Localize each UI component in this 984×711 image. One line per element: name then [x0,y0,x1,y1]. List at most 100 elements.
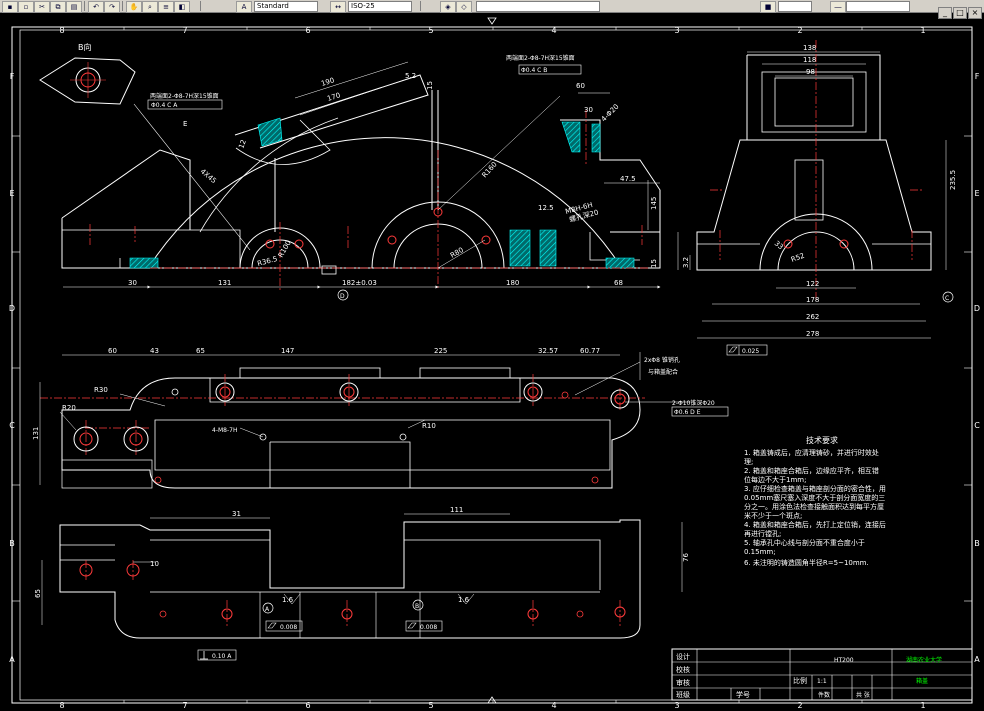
linetype-combo[interactable] [846,1,910,12]
top-outline [61,377,641,489]
dim-131-top: 131 [32,427,40,440]
hatch-bolt [509,229,531,267]
centering-mark-top [487,17,497,25]
tech-line: 1. 箱盖铸成后，应清理铸砂，并进行时效处 [744,448,879,457]
outer-border [11,26,973,704]
note-pins: 2xΦ8 锥销孔 [644,356,680,364]
zone-right-C: C [974,421,980,430]
tech-line: 理; [744,458,753,466]
b-view-label: B向 [78,42,92,52]
hatch-flange-left [129,257,159,269]
dim-4x20: 4-Φ20 [600,103,621,124]
zone-left-B: B [9,539,15,548]
hatch-boss-left [561,121,581,153]
side-outline [696,139,932,271]
zone-top-1: 1 [920,26,925,35]
dim-111: 111 [450,506,463,514]
window-controls: _ □ × [937,0,982,19]
section-outline [59,519,641,639]
note-holes-top: 两端面2-Φ8-7H深15锥面 [506,54,575,62]
dim-147: 147 [281,347,294,355]
zone-top-3: 3 [674,26,679,35]
dim-15b: 15 [650,259,658,268]
zone-bottom-2: 2 [797,701,802,710]
dim-4x45: 4X45 [199,167,218,185]
dim-12-5: 12.5 [538,204,554,212]
zone-right-D: D [974,304,980,313]
dim-122: 122 [806,280,819,288]
grid-ticks [12,27,972,703]
dim-12: 12 [237,139,248,150]
tb-weight: 共 张 [856,691,870,699]
flat1-value: 0.008 [280,624,297,631]
tech-line: 5. 轴承孔中心线与剖分面不重合度小于 [744,538,865,547]
title-block: 设计 校核 审核 班级 学号 比例 1:1 HT200 件数 共 张 湖南农业大… [671,648,973,701]
tb-scale-label: 比例 [793,676,807,685]
tech-line: 2. 箱盖和箱座合箱后，边缘应平齐，相互错 [744,466,879,475]
flat2-icon [407,622,417,629]
dim-3-2: 3.2 [682,257,690,268]
tb-design: 设计 [676,652,690,661]
zone-bottom-3: 3 [674,701,679,710]
dim-60-top: 60 [108,347,117,355]
dim-31: 31 [232,510,241,518]
note-holes-left: 两端面2-Φ8-7H深15锥面 [150,92,219,100]
fcf-left: Φ0.4 C A [151,102,178,109]
zone-bottom-7: 7 [182,701,187,710]
dim-118: 118 [803,56,816,64]
dim-30-boss: 30 [584,106,593,114]
label-c: C [945,295,949,302]
zone-right-A: A [974,655,980,664]
tech-line: 4. 箱盖和箱座合箱后，先打上定位销，连接后 [744,520,886,529]
note-pins2: 与箱盖配合 [648,368,678,376]
zone-bottom-8: 8 [59,701,64,710]
tb-review: 审核 [676,678,690,687]
tb-check: 校核 [676,665,690,674]
tech-line: 0.15mm; [744,548,776,556]
dim-235: 235.5 [949,170,957,190]
text-style-combo[interactable]: Standard [254,1,318,12]
tech-line: 0.05mm塞尺塞入深度不大于剖分面宽度的三 [744,493,885,502]
dim-262: 262 [806,313,819,321]
dim-15: 15 [426,81,434,90]
zone-left-F: F [10,72,15,81]
datum-a: A [265,606,270,613]
front-view: B向 两端面2-Φ8-7H深15锥面 Φ0.4 C A [39,42,661,290]
layer-combo[interactable] [476,1,600,12]
dim-60-front: 60 [576,82,585,90]
dim-r36: R36.5 [256,255,278,268]
tb-class: 班级 [676,690,690,699]
dim-145: 145 [650,197,658,210]
dim-98: 98 [806,68,815,76]
tb-school: 湖南农业大学 [906,656,942,664]
label-e: E [183,120,187,128]
top-view [40,367,645,489]
dim-r52: R52 [790,252,806,264]
tech-line: 米不少于一个斑点; [744,511,802,520]
section-view [59,519,641,639]
drawing-canvas[interactable]: 8 7 6 5 4 3 2 1 8 7 6 5 4 3 2 1 F E D C … [0,12,984,711]
side-rib [794,159,824,221]
dim-32-57: 32.57 [538,347,558,355]
zone-bottom-6: 6 [305,701,310,710]
inner-border [19,29,973,701]
dim-10: 10 [150,560,159,568]
dim-278: 278 [806,330,819,338]
perp-value: 0.10 A [212,653,232,660]
dim-43: 43 [150,347,159,355]
dim-style-combo[interactable]: ISO-25 [348,1,412,12]
dim-r80: R80 [449,246,465,260]
tb-part-name: 箱盖 [916,677,928,685]
dim-76: 76 [682,553,690,562]
zone-right-B: B [974,539,980,548]
color-combo[interactable] [778,1,812,12]
dim-65: 65 [196,347,205,355]
flatness-value: 0.025 [742,348,759,355]
side-top-box [761,71,867,133]
dim-30-front: 30 [128,279,137,287]
zone-top-4: 4 [551,26,556,35]
flat2-value: 0.008 [420,624,437,631]
zone-bottom-1: 1 [920,701,925,710]
dim-r160: R160 [481,160,499,179]
zone-left-E: E [9,189,14,198]
